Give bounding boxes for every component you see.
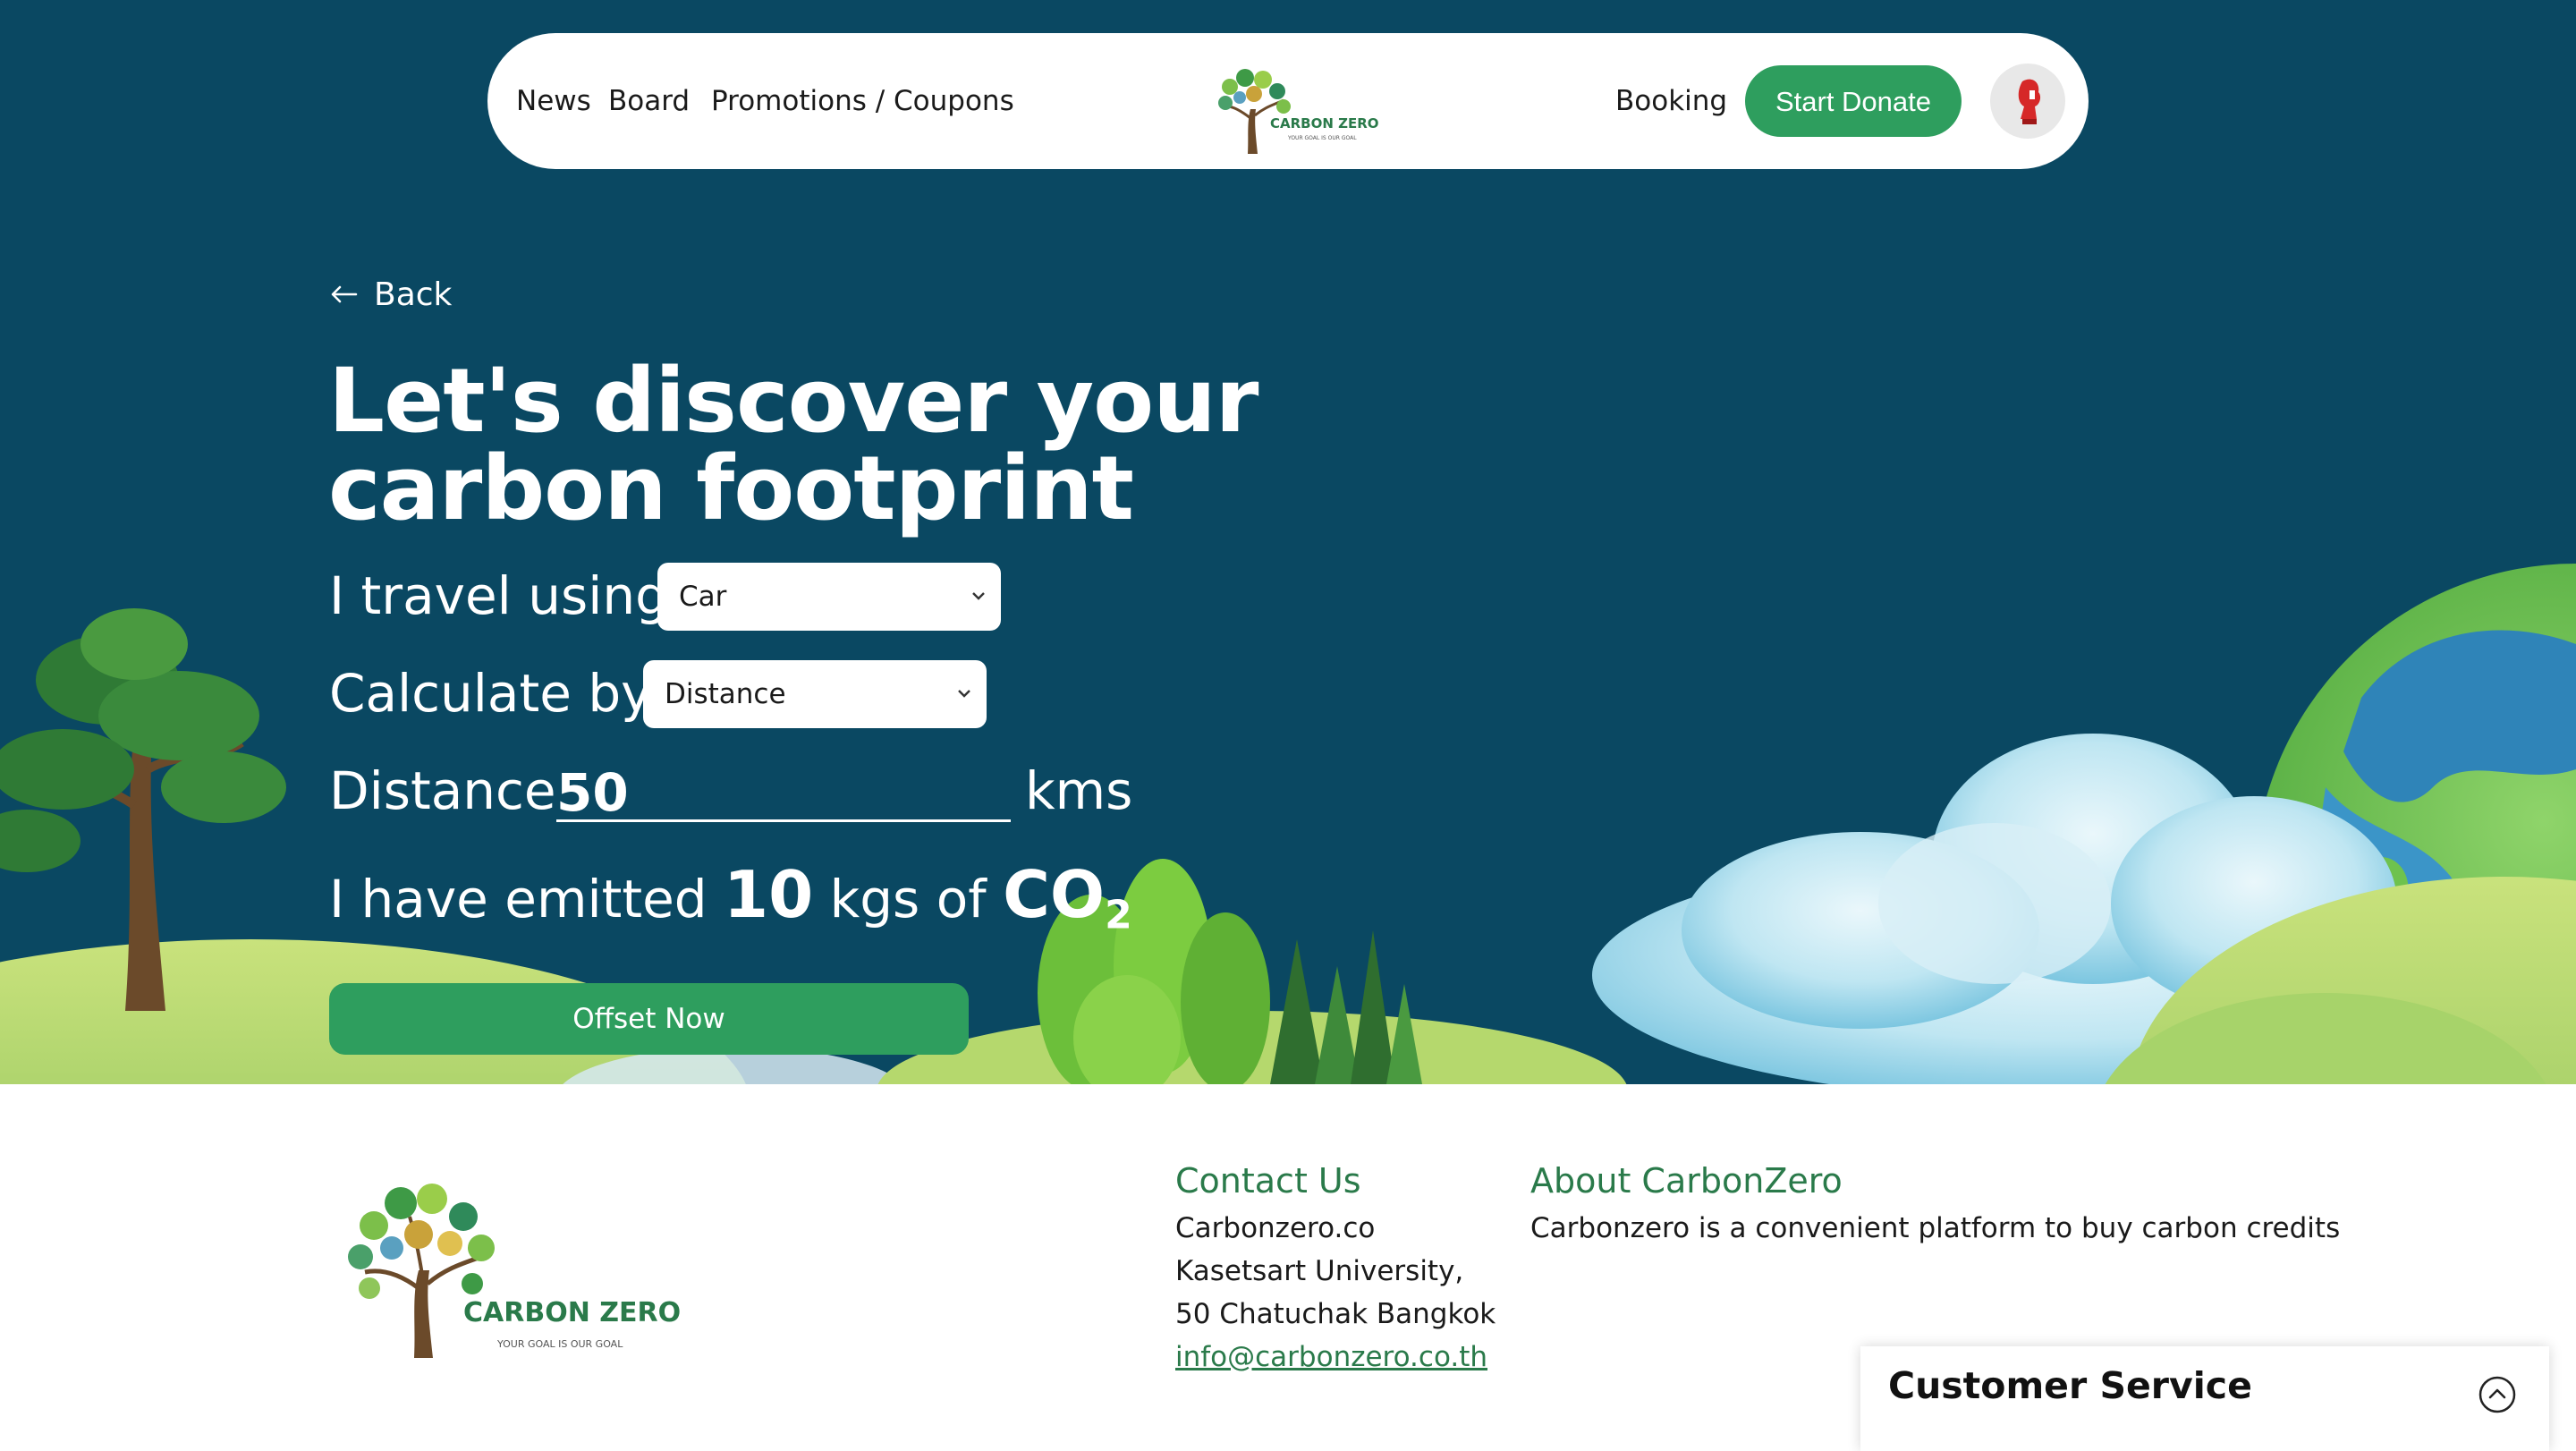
customer-service-panel[interactable]: Customer Service bbox=[1860, 1346, 2549, 1451]
distance-unit: kms bbox=[1025, 760, 1133, 821]
logo-tagline: YOUR GOAL IS OUR GOAL bbox=[1288, 135, 1357, 141]
contact-company: Carbonzero.co bbox=[1175, 1212, 1376, 1244]
nav-promotions[interactable]: Promotions / Coupons bbox=[711, 33, 1014, 169]
chevron-down-icon bbox=[972, 592, 985, 600]
contact-address-line1: Kasetsart University, bbox=[1175, 1255, 1464, 1287]
calculate-by-value: Distance bbox=[665, 678, 786, 710]
footer-logo-tagline: YOUR GOAL IS OUR GOAL bbox=[497, 1338, 623, 1350]
footer-logo-wordmark: CARBON ZERO bbox=[463, 1297, 682, 1328]
nav-booking[interactable]: Booking bbox=[1615, 33, 1727, 169]
avatar[interactable] bbox=[1990, 64, 2065, 139]
back-label: Back bbox=[374, 276, 453, 313]
logo-tree-icon bbox=[348, 1184, 495, 1358]
page-title: Let's discover your carbon footprint bbox=[328, 350, 1259, 540]
emission-prefix: I have emitted bbox=[329, 869, 708, 929]
calculate-by-select[interactable]: Distance bbox=[643, 660, 987, 728]
navbar: News Board Promotions / Coupons CARBON Z… bbox=[487, 33, 2089, 169]
contact-email-link[interactable]: info@carbonzero.co.th bbox=[1175, 1341, 1487, 1373]
contact-address-line2: 50 Chatuchak Bangkok bbox=[1175, 1298, 1496, 1330]
about-text: Carbonzero is a convenient platform to b… bbox=[1530, 1212, 2341, 1244]
brand-logo[interactable]: CARBON ZERO YOUR GOAL IS OUR GOAL bbox=[1199, 51, 1386, 158]
customer-service-title: Customer Service bbox=[1888, 1364, 2252, 1407]
nav-news[interactable]: News bbox=[516, 33, 591, 169]
emission-value: 10 bbox=[724, 857, 814, 932]
back-link[interactable]: Back bbox=[329, 272, 452, 317]
emission-subscript: 2 bbox=[1105, 892, 1132, 938]
travel-mode-value: Car bbox=[679, 581, 727, 613]
travel-label: I travel using bbox=[329, 565, 668, 626]
logo-wordmark: CARBON ZERO bbox=[1270, 115, 1379, 132]
hero-section: News Board Promotions / Coupons CARBON Z… bbox=[0, 0, 2576, 1084]
travel-mode-select[interactable]: Car bbox=[657, 563, 1001, 631]
emission-middle: kgs of bbox=[829, 869, 987, 929]
start-donate-button[interactable]: Start Donate bbox=[1745, 65, 1962, 137]
offset-now-button[interactable]: Offset Now bbox=[329, 983, 969, 1055]
footer-logo: CARBON ZERO YOUR GOAL IS OUR GOAL bbox=[329, 1163, 681, 1369]
emission-co: CO bbox=[1003, 857, 1106, 932]
distance-input[interactable]: 50 bbox=[556, 762, 629, 823]
distance-label: Distance bbox=[329, 760, 556, 821]
logo-tree-icon bbox=[1218, 69, 1291, 154]
arrow-left-icon bbox=[331, 285, 358, 303]
calculate-label: Calculate by bbox=[329, 663, 652, 724]
emission-result: I have emitted 10 kgs of CO2 bbox=[329, 857, 1132, 938]
about-heading: About CarbonZero bbox=[1530, 1161, 1843, 1201]
chevron-up-circle-icon[interactable] bbox=[2478, 1375, 2517, 1414]
contact-heading: Contact Us bbox=[1175, 1161, 1361, 1201]
chevron-down-icon bbox=[958, 690, 970, 698]
nav-board[interactable]: Board bbox=[608, 33, 690, 169]
distance-input-underline bbox=[556, 819, 1011, 822]
user-avatar-icon bbox=[2018, 79, 2041, 124]
